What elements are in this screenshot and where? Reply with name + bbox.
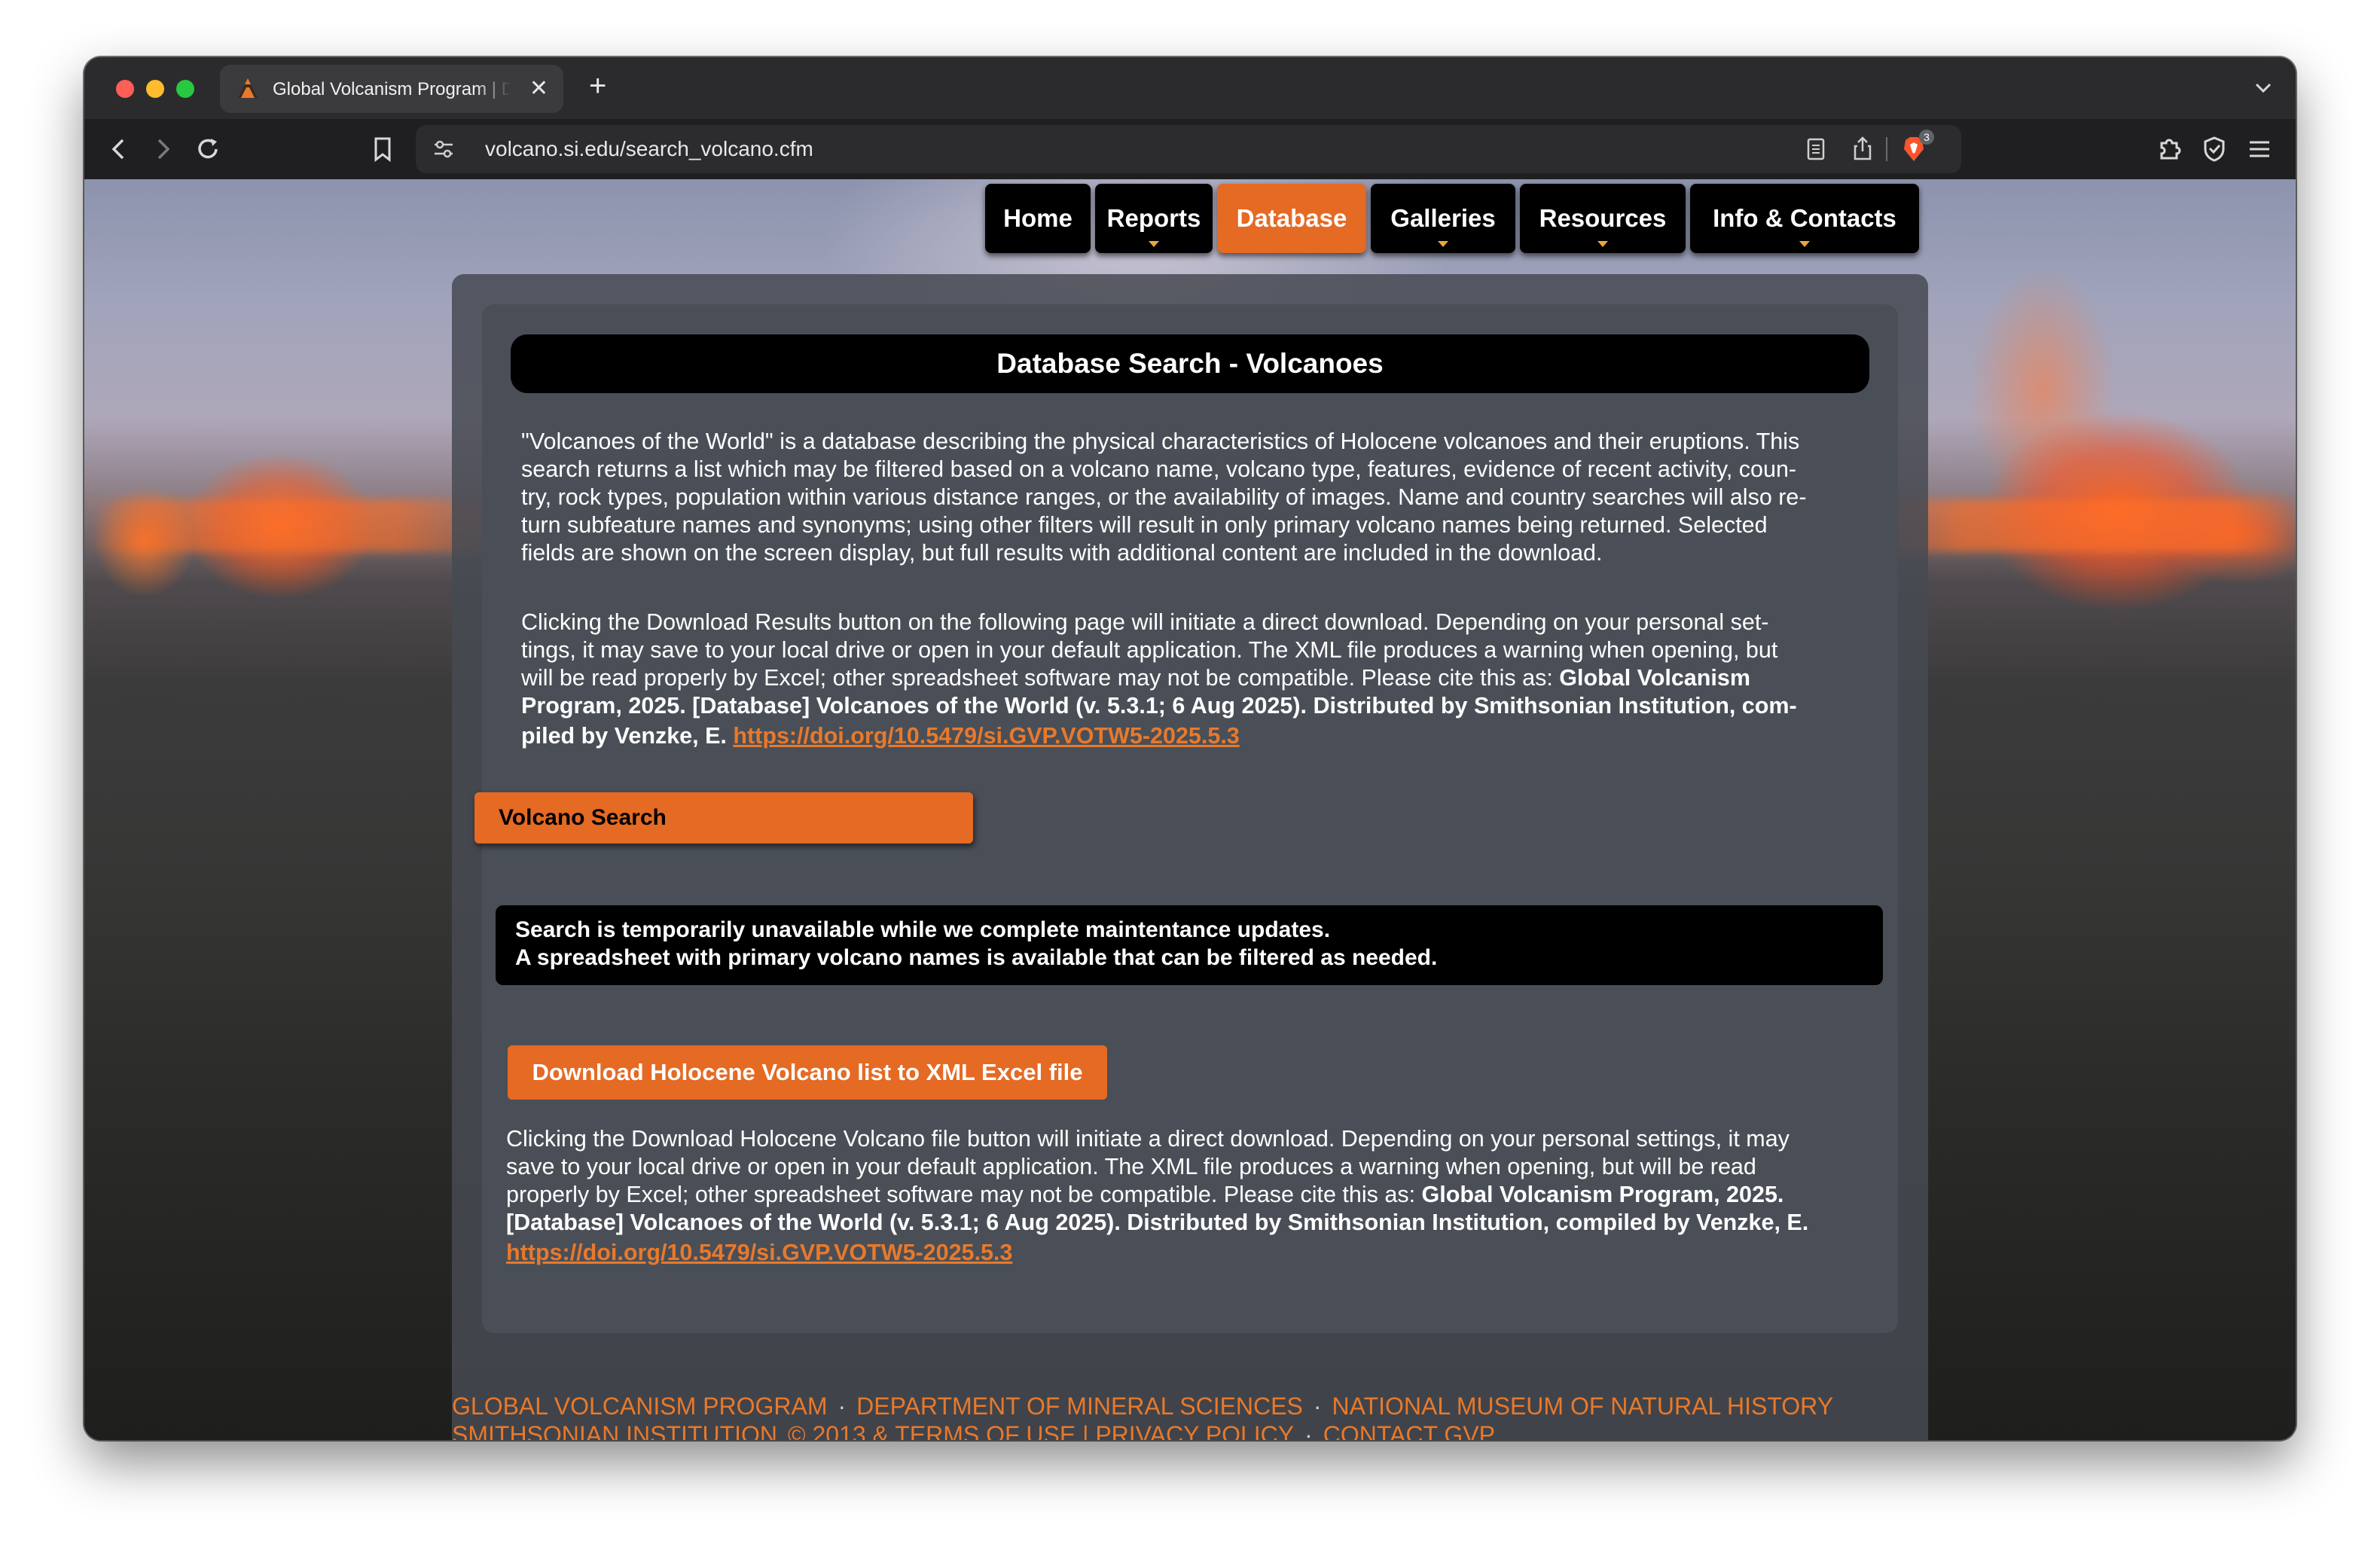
share-icon[interactable] [1851, 136, 1874, 161]
new-tab-button[interactable]: + [589, 69, 606, 102]
nav-info-contacts[interactable]: Info & Contacts [1690, 184, 1919, 253]
menu-icon[interactable] [2243, 133, 2276, 166]
tab-strip: Global Volcanism Program | Database Sear… [84, 57, 2296, 119]
address-bar[interactable]: volcano.si.edu/search_volcano.cfm 3 [416, 125, 1961, 173]
doi-link[interactable]: https://doi.org/10.5479/si.GVP.VOTW5-202… [733, 723, 1239, 749]
reload-icon[interactable] [191, 133, 224, 166]
site-settings-icon[interactable] [432, 139, 455, 160]
maintenance-notice: Search is temporarily unavailable while … [496, 905, 1883, 985]
nav-galleries[interactable]: Galleries [1371, 184, 1515, 253]
content-panel: Database Search - Volcanoes "Volcanoes o… [474, 304, 1898, 1333]
footer-link[interactable]: CONTACT GVP [1323, 1421, 1495, 1440]
toolbar-divider [1886, 137, 1887, 161]
footer: GLOBAL VOLCANISM PROGRAM · DEPARTMENT OF M… [452, 1392, 1928, 1440]
tab-close-icon[interactable]: ✕ [529, 77, 548, 101]
tab-title: Global Volcanism Program | Database Sear… [273, 79, 511, 99]
dropdown-arrow-icon [1799, 241, 1810, 247]
footer-link[interactable]: © 2013 & TERMS OF USE | PRIVACY POLICY [777, 1421, 1294, 1440]
chevron-down-icon[interactable] [2249, 74, 2278, 102]
minimize-window-button[interactable] [146, 80, 164, 98]
browser-window: Global Volcanism Program | Database Sear… [84, 57, 2296, 1440]
footer-link[interactable]: SMITHSONIAN INSTITUTION [452, 1421, 777, 1440]
bottom-download-paragraph: Clicking the Download Holocene Volcano f… [506, 1126, 1809, 1265]
doi-link[interactable]: https://doi.org/10.5479/si.GVP.VOTW5-202… [506, 1240, 1012, 1265]
reader-mode-icon[interactable] [1805, 137, 1827, 161]
citation-text: Global Volcanism Program, 2025. [1421, 1182, 1784, 1207]
footer-link[interactable]: DEPARTMENT OF MINERAL SCIENCES [856, 1393, 1303, 1420]
page-title: Database Search - Volcanoes [511, 334, 1869, 393]
nav-reports[interactable]: Reports [1095, 184, 1213, 253]
browser-toolbar: volcano.si.edu/search_volcano.cfm 3 [84, 119, 2296, 180]
nav-resources[interactable]: Resources [1520, 184, 1686, 253]
dropdown-arrow-icon [1597, 241, 1608, 247]
web-page: Home Reports Database Galleries Resource… [84, 179, 2296, 1440]
forward-icon[interactable] [146, 133, 179, 166]
download-volcano-list-button[interactable]: Download Holocene Volcano list to XML Ex… [508, 1045, 1107, 1100]
bookmark-icon[interactable] [366, 133, 399, 166]
zoom-window-button[interactable] [176, 80, 194, 98]
extensions-icon[interactable] [2153, 133, 2186, 166]
dropdown-arrow-icon [1149, 241, 1159, 247]
dropdown-arrow-icon [1438, 241, 1448, 247]
download-info-paragraph: Clicking the Download Results button on … [521, 609, 1797, 749]
footer-link[interactable]: GLOBAL VOLCANISM PROGRAM [452, 1393, 827, 1420]
shields-count-badge: 3 [1919, 130, 1934, 145]
nav-home[interactable]: Home [985, 184, 1091, 253]
nav-database[interactable]: Database [1217, 184, 1366, 253]
close-window-button[interactable] [116, 80, 134, 98]
intro-paragraph: "Volcanoes of the World" is a database d… [521, 429, 1807, 566]
back-icon[interactable] [102, 133, 136, 166]
browser-tab[interactable]: Global Volcanism Program | Database Sear… [220, 65, 563, 113]
volcano-search-tab[interactable]: Volcano Search [474, 792, 973, 844]
url-text[interactable]: volcano.si.edu/search_volcano.cfm [485, 137, 813, 161]
citation-text: Global Volcanism [1559, 665, 1750, 691]
footer-link[interactable]: NATIONAL MUSEUM OF NATURAL HISTORY [1332, 1393, 1833, 1420]
vpn-shield-icon[interactable] [2198, 133, 2231, 166]
volcano-favicon-icon [238, 78, 258, 98]
